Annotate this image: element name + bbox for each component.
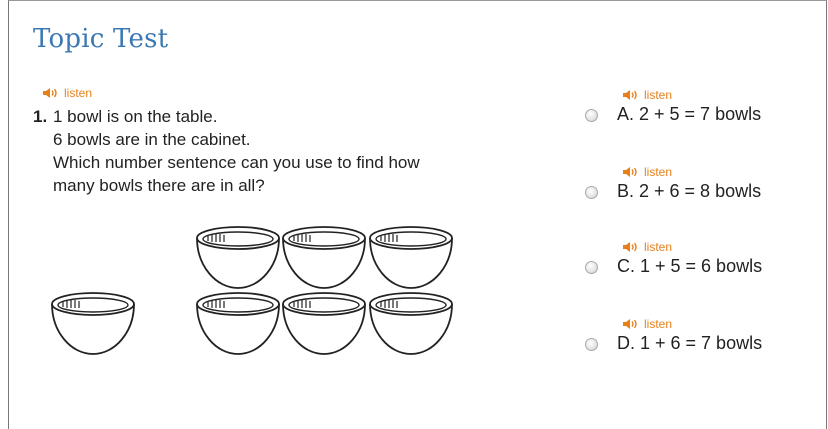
answer-a-listen-button[interactable]: listen — [622, 88, 672, 102]
speaker-icon — [43, 88, 57, 98]
question-listen-button[interactable]: listen — [42, 86, 92, 100]
listen-label: listen — [644, 88, 673, 102]
question-text: 1 bowl is on the table. 6 bowls are in t… — [53, 105, 553, 197]
page-title: Topic Test — [33, 24, 169, 54]
answer-d-label[interactable]: D. 1 + 6 = 7 bowls — [617, 333, 762, 354]
speaker-icon — [623, 242, 637, 252]
question-line: Which number sentence can you use to fin… — [53, 153, 420, 172]
speaker-icon — [623, 319, 637, 329]
speaker-icon — [623, 167, 637, 177]
answer-b-listen-button[interactable]: listen — [622, 165, 672, 179]
answer-d-radio[interactable] — [585, 338, 598, 351]
question-number: 1. — [33, 107, 48, 126]
answer-option-b: listen B. 2 + 6 = 8 bowls — [585, 165, 815, 225]
answer-c-label[interactable]: C. 1 + 5 = 6 bowls — [617, 256, 762, 277]
answer-a-label[interactable]: A. 2 + 5 = 7 bowls — [617, 104, 761, 125]
question-line: 6 bowls are in the cabinet. — [53, 130, 251, 149]
listen-label: listen — [644, 240, 673, 254]
answer-option-d: listen D. 1 + 6 = 7 bowls — [585, 317, 815, 377]
answer-option-c: listen C. 1 + 5 = 6 bowls — [585, 240, 815, 300]
answer-option-a: listen A. 2 + 5 = 7 bowls — [585, 88, 815, 148]
listen-label: listen — [644, 317, 673, 331]
listen-label: listen — [644, 165, 673, 179]
question-line: many bowls there are in all? — [53, 176, 265, 195]
question-line: 1 bowl is on the table. — [53, 107, 218, 126]
answer-a-radio[interactable] — [585, 109, 598, 122]
answer-c-radio[interactable] — [585, 261, 598, 274]
question-block: 1. 1 bowl is on the table. 6 bowls are i… — [33, 105, 553, 197]
answer-c-listen-button[interactable]: listen — [622, 240, 672, 254]
speaker-icon — [623, 90, 637, 100]
answer-b-label[interactable]: B. 2 + 6 = 8 bowls — [617, 181, 761, 202]
answer-d-listen-button[interactable]: listen — [622, 317, 672, 331]
answer-b-radio[interactable] — [585, 186, 598, 199]
listen-label: listen — [64, 86, 93, 100]
